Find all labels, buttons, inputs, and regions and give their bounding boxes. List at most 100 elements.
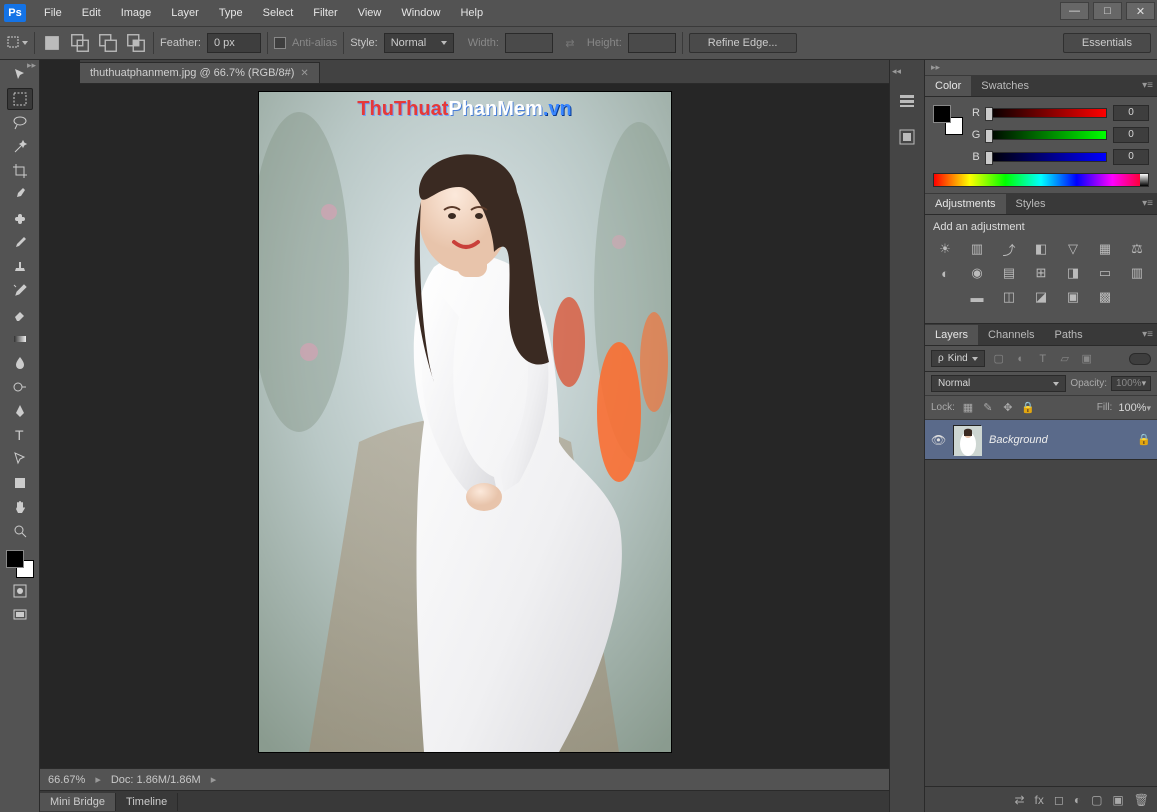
add-selection-icon[interactable] xyxy=(69,32,91,54)
invert-adjustment-icon[interactable]: ◨ xyxy=(1064,265,1082,281)
filter-kind-select[interactable]: ρ Kind xyxy=(931,350,985,367)
colorlookup-adjustment-icon[interactable]: ⊞ xyxy=(1032,265,1050,281)
selectivecolor-adjustment-icon[interactable]: ◫ xyxy=(1000,289,1018,305)
r-value[interactable]: 0 xyxy=(1113,105,1149,121)
gradientmap-adjustment-icon[interactable]: ▬ xyxy=(968,289,986,305)
blend-mode-select[interactable]: Normal xyxy=(931,375,1066,392)
link-layers-icon[interactable]: ⇄ xyxy=(1014,793,1024,807)
subtract-selection-icon[interactable] xyxy=(97,32,119,54)
lasso-tool[interactable] xyxy=(7,112,33,134)
swatches-tab[interactable]: Swatches xyxy=(971,76,1039,96)
quick-mask-tool[interactable] xyxy=(7,580,33,602)
layers-tab[interactable]: Layers xyxy=(925,325,978,345)
menu-image[interactable]: Image xyxy=(111,3,162,23)
curves-adjustment-icon[interactable]: ⤴ xyxy=(1000,241,1018,257)
filter-shape-icon[interactable]: ▱ xyxy=(1057,351,1073,367)
g-slider[interactable] xyxy=(987,130,1107,140)
status-expand-icon[interactable]: ▸ xyxy=(95,773,101,786)
history-brush-tool[interactable] xyxy=(7,280,33,302)
posterize-adjustment-icon[interactable]: ▭ xyxy=(1096,265,1114,281)
healing-brush-tool[interactable] xyxy=(7,208,33,230)
g-value[interactable]: 0 xyxy=(1113,127,1149,143)
menu-select[interactable]: Select xyxy=(253,3,304,23)
menu-layer[interactable]: Layer xyxy=(161,3,209,23)
adjustment-icon-4[interactable]: ▣ xyxy=(1064,289,1082,305)
menu-view[interactable]: View xyxy=(348,3,392,23)
layer-style-icon[interactable]: fx xyxy=(1035,793,1044,807)
screen-mode-tool[interactable] xyxy=(7,604,33,626)
brush-tool[interactable] xyxy=(7,232,33,254)
filter-type-icon[interactable]: T xyxy=(1035,351,1051,367)
menu-help[interactable]: Help xyxy=(450,3,493,23)
colorbalance-adjustment-icon[interactable]: ⚖ xyxy=(1128,241,1146,257)
mini-bridge-tab[interactable]: Mini Bridge xyxy=(40,793,116,811)
menu-type[interactable]: Type xyxy=(209,3,253,23)
feather-input[interactable]: 0 px xyxy=(207,33,261,53)
shape-tool[interactable] xyxy=(7,472,33,494)
marquee-tool[interactable] xyxy=(7,88,33,110)
styles-tab[interactable]: Styles xyxy=(1006,194,1056,214)
history-panel-icon[interactable] xyxy=(895,89,919,113)
color-swatches[interactable] xyxy=(6,550,34,578)
menu-filter[interactable]: Filter xyxy=(303,3,347,23)
tool-preset-picker[interactable] xyxy=(6,32,28,54)
window-minimize-button[interactable]: — xyxy=(1060,2,1089,20)
visibility-icon[interactable]: 👁 xyxy=(931,433,945,447)
foreground-background-swatch[interactable] xyxy=(933,105,963,135)
refine-edge-button[interactable]: Refine Edge... xyxy=(689,33,797,53)
move-tool[interactable] xyxy=(7,64,33,86)
eyedropper-tool[interactable] xyxy=(7,184,33,206)
lock-transparency-icon[interactable]: ▦ xyxy=(961,401,975,414)
hand-tool[interactable] xyxy=(7,496,33,518)
zoom-tool[interactable] xyxy=(7,520,33,542)
dodge-tool[interactable] xyxy=(7,376,33,398)
path-selection-tool[interactable] xyxy=(7,448,33,470)
delete-layer-icon[interactable]: 🗑 xyxy=(1134,793,1149,807)
adjustment-icon-5[interactable]: ▩ xyxy=(1096,289,1114,305)
brightness-adjustment-icon[interactable]: ☀ xyxy=(936,241,954,257)
layer-row[interactable]: 👁 Background 🔒 xyxy=(925,420,1157,460)
properties-panel-icon[interactable] xyxy=(895,125,919,149)
intersect-selection-icon[interactable] xyxy=(125,32,147,54)
new-layer-icon[interactable]: ▣ xyxy=(1112,793,1123,807)
photofilter-adjustment-icon[interactable]: ◉ xyxy=(968,265,986,281)
lock-position-icon[interactable]: ✥ xyxy=(1001,401,1015,414)
adjustments-tab[interactable]: Adjustments xyxy=(925,194,1006,214)
menu-file[interactable]: File xyxy=(34,3,72,23)
hue-adjustment-icon[interactable]: ▦ xyxy=(1096,241,1114,257)
canvas-image[interactable]: ThuThuatPhanMem.vn xyxy=(259,92,671,752)
filter-adjustment-icon[interactable]: ◐ xyxy=(1013,351,1029,367)
opacity-input[interactable]: 100%▾ xyxy=(1111,376,1151,391)
b-slider[interactable] xyxy=(987,152,1107,162)
layer-mask-icon[interactable]: ◻ xyxy=(1054,793,1064,807)
levels-adjustment-icon[interactable]: ▥ xyxy=(968,241,986,257)
menu-window[interactable]: Window xyxy=(391,3,450,23)
magic-wand-tool[interactable] xyxy=(7,136,33,158)
channelmixer-adjustment-icon[interactable]: ▤ xyxy=(1000,265,1018,281)
lock-pixels-icon[interactable]: ✎ xyxy=(981,401,995,414)
timeline-tab[interactable]: Timeline xyxy=(116,793,178,811)
status-play-icon[interactable]: ▸ xyxy=(211,773,217,786)
lock-all-icon[interactable]: 🔒 xyxy=(1021,401,1035,414)
filter-smart-icon[interactable]: ▣ xyxy=(1079,351,1095,367)
color-spectrum[interactable] xyxy=(933,173,1149,187)
color-panel-menu-icon[interactable]: ▾≡ xyxy=(1142,80,1153,91)
layers-panel-menu-icon[interactable]: ▾≡ xyxy=(1142,329,1153,340)
exposure-adjustment-icon[interactable]: ◧ xyxy=(1032,241,1050,257)
close-tab-icon[interactable]: ✕ xyxy=(300,68,308,79)
filter-toggle[interactable] xyxy=(1129,353,1151,365)
eraser-tool[interactable] xyxy=(7,304,33,326)
window-maximize-button[interactable]: □ xyxy=(1093,2,1122,20)
color-tab[interactable]: Color xyxy=(925,76,971,96)
window-close-button[interactable]: ✕ xyxy=(1126,2,1155,20)
r-slider[interactable] xyxy=(987,108,1107,118)
blur-tool[interactable] xyxy=(7,352,33,374)
channels-tab[interactable]: Channels xyxy=(978,325,1044,345)
clone-stamp-tool[interactable] xyxy=(7,256,33,278)
crop-tool[interactable] xyxy=(7,160,33,182)
bw-adjustment-icon[interactable]: ◐ xyxy=(936,265,954,281)
adjustment-icon-3[interactable]: ◪ xyxy=(1032,289,1050,305)
adjustments-panel-menu-icon[interactable]: ▾≡ xyxy=(1142,198,1153,209)
vibrance-adjustment-icon[interactable]: ▽ xyxy=(1064,241,1082,257)
filter-pixel-icon[interactable]: ▢ xyxy=(991,351,1007,367)
